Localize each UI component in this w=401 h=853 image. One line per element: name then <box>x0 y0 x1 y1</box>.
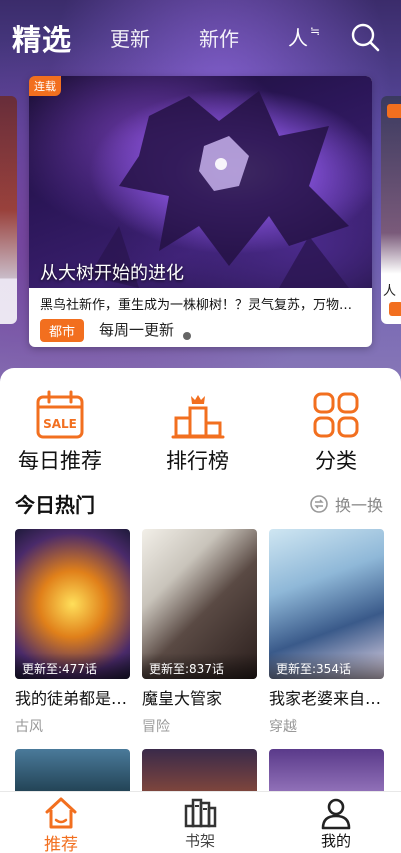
banner-title: 从大树开始的进化 <box>40 263 184 284</box>
gender-toggle-label: 人 <box>288 26 308 50</box>
gender-toggle-button[interactable]: 人 ≒ <box>288 22 320 51</box>
next-card-tag <box>387 104 401 118</box>
banner-cover-art: 从大树开始的进化 <box>29 76 372 288</box>
refresh-button[interactable]: 换一换 <box>309 492 383 516</box>
carousel-next-card[interactable]: 人 <box>381 96 401 324</box>
daily-recommend-button[interactable]: SALE 每日推荐 <box>18 390 102 475</box>
comic-card[interactable]: 更新至:354话 我家老婆来自一千年前 穿越 <box>269 529 384 736</box>
comic-card[interactable]: 更新至:477话 我的徒弟都是大反派 古风 <box>15 529 130 736</box>
tab-updates[interactable]: 更新 <box>110 23 150 52</box>
comic-title: 我家老婆来自一千年前 <box>269 689 384 708</box>
next-card-title: 人 <box>383 284 397 299</box>
banner-update-frequency: 每周一更新 <box>99 321 175 339</box>
gender-toggle-sub: ≒ <box>310 24 321 38</box>
comic-cover: 更新至:354话 <box>269 529 384 679</box>
tab-bookshelf[interactable]: 书架 <box>182 796 218 851</box>
category-label: 分类 <box>315 449 357 473</box>
serializing-badge: 连载 <box>29 76 61 96</box>
calendar-sale-icon: SALE <box>36 390 84 439</box>
hot-today-title: 今日热门 <box>15 493 95 517</box>
comic-genre: 冒险 <box>142 719 170 735</box>
comic-title: 我的徒弟都是大反派 <box>15 689 130 708</box>
sale-badge-text: SALE <box>43 417 77 431</box>
content-panel: SALE 每日推荐 排行榜 分类 今日热门 换一换 更新至:477话 我的徒弟都… <box>0 368 401 799</box>
refresh-label: 换一换 <box>335 496 384 515</box>
banner-genre-tag[interactable]: 都市 <box>40 319 85 342</box>
tab-recommend[interactable]: 推荐 <box>43 796 79 853</box>
tab-profile[interactable]: 我的 <box>318 796 354 851</box>
profile-icon <box>321 798 351 830</box>
comic-update-status: 更新至:837话 <box>142 653 257 679</box>
search-icon <box>351 23 380 52</box>
comic-genre: 古风 <box>15 719 43 735</box>
bottom-tab-bar: 推荐 书架 我的 <box>0 791 401 853</box>
daily-recommend-label: 每日推荐 <box>18 449 102 473</box>
comic-cover: 更新至:837话 <box>142 529 257 679</box>
banner-description: 黑鸟社新作，重生成为一株柳树！？灵气复苏，万物进化， <box>40 298 365 313</box>
next-card-genre <box>389 302 401 316</box>
comic-update-status: 更新至:477话 <box>15 653 130 679</box>
ranking-podium-icon <box>171 395 224 439</box>
carousel-indicator <box>183 332 191 340</box>
comic-update-status: 更新至:354话 <box>269 653 384 679</box>
bookshelf-icon <box>184 798 217 828</box>
comic-card[interactable]: 更新至:837话 魔皇大管家 冒险 <box>142 529 257 736</box>
featured-banner-card[interactable]: 从大树开始的进化 黑鸟社新作，重生成为一株柳树！？灵气复苏，万物进化， 都市 每… <box>29 76 372 347</box>
tab-recommend-label: 推荐 <box>44 835 78 853</box>
comic-title: 魔皇大管家 <box>142 689 223 708</box>
tab-new-works[interactable]: 新作 <box>199 23 239 52</box>
category-grid-icon <box>313 392 359 438</box>
tab-profile-label: 我的 <box>320 832 351 850</box>
ranking-button[interactable]: 排行榜 <box>166 390 229 475</box>
comic-cover: 更新至:477话 <box>15 529 130 679</box>
tab-bookshelf-label: 书架 <box>184 832 215 850</box>
search-button[interactable] <box>349 21 381 53</box>
comic-genre: 穿越 <box>269 719 297 735</box>
category-button[interactable]: 分类 <box>309 390 363 475</box>
tab-featured[interactable]: 精选 <box>12 17 72 59</box>
home-icon <box>45 797 77 829</box>
refresh-icon <box>310 495 328 513</box>
carousel-prev-card[interactable] <box>0 96 17 324</box>
ranking-label: 排行榜 <box>166 449 229 473</box>
top-nav: 精选 更新 新作 人 ≒ <box>0 0 401 72</box>
